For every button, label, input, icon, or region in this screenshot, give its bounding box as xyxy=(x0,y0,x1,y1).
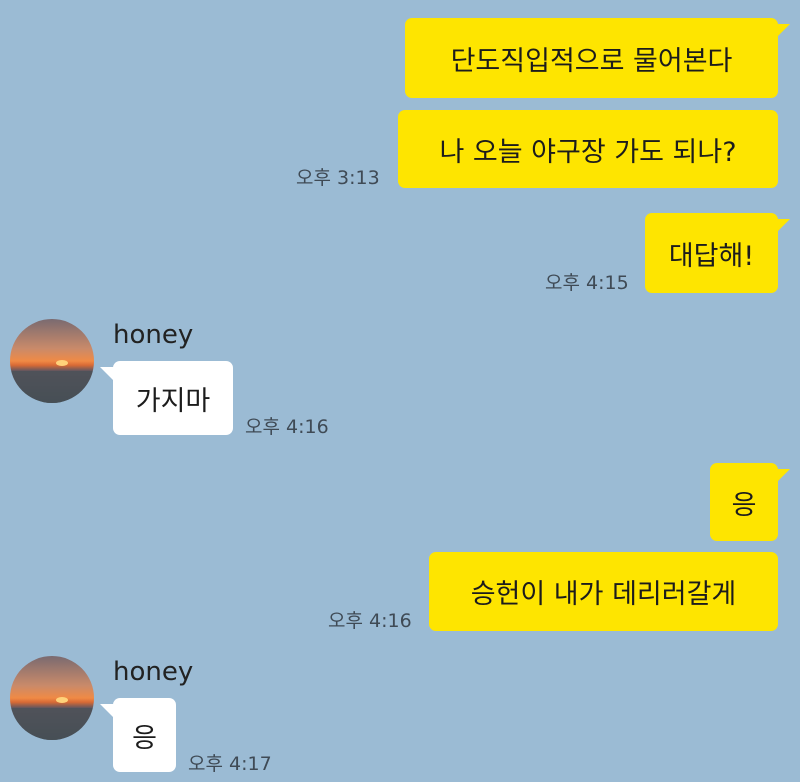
bubble-tail xyxy=(776,24,790,38)
message-text: 단도직입적으로 물어본다 xyxy=(450,45,733,77)
message-text: 가지마 xyxy=(135,385,211,417)
message-bubble-sent[interactable]: 대답해! xyxy=(645,213,778,293)
message-bubble-sent[interactable]: 단도직입적으로 물어본다 xyxy=(405,18,778,98)
message-timestamp: 오후 4:16 xyxy=(245,416,329,438)
message-timestamp: 오후 4:15 xyxy=(545,272,629,294)
message-text: 승헌이 내가 데리러갈게 xyxy=(470,579,737,610)
sunset-photo-icon xyxy=(10,319,94,403)
message-bubble-received[interactable]: 가지마 xyxy=(113,361,233,435)
profile-avatar[interactable] xyxy=(10,656,94,740)
sender-name: honey xyxy=(113,657,194,687)
message-timestamp: 오후 4:16 xyxy=(328,610,412,632)
message-text: 대답해! xyxy=(668,240,755,272)
message-text: 응 xyxy=(132,722,157,754)
message-bubble-sent[interactable]: 승헌이 내가 데리러갈게 xyxy=(429,552,778,631)
sunset-photo-icon xyxy=(10,656,94,740)
message-bubble-received[interactable]: 응 xyxy=(113,698,176,772)
profile-avatar[interactable] xyxy=(10,319,94,403)
bubble-tail xyxy=(776,219,790,233)
message-timestamp: 오후 4:17 xyxy=(188,753,272,775)
bubble-tail xyxy=(776,469,790,483)
sender-name: honey xyxy=(113,320,194,350)
message-text: 나 오늘 야구장 가도 되나? xyxy=(439,136,737,168)
bubble-tail xyxy=(100,367,114,381)
message-timestamp: 오후 3:13 xyxy=(296,167,380,189)
bubble-tail xyxy=(100,704,114,718)
message-bubble-sent[interactable]: 나 오늘 야구장 가도 되나? xyxy=(398,110,778,188)
message-bubble-sent[interactable]: 응 xyxy=(710,463,778,541)
message-text: 응 xyxy=(731,489,757,521)
